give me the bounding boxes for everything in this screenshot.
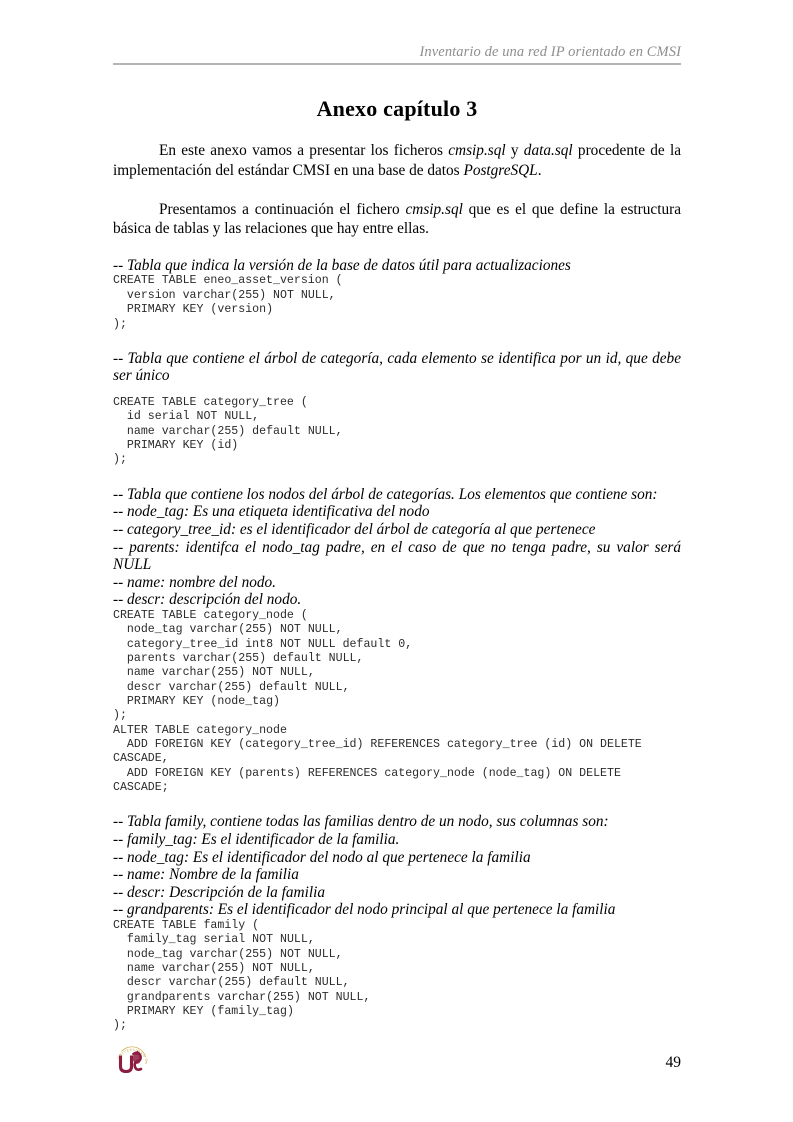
p1-emphasis-1: cmsip.sql: [448, 142, 506, 159]
document-page: Inventario de una red IP orientado en CM…: [0, 0, 793, 1122]
p1-emphasis-3: PostgreSQL: [463, 161, 538, 179]
running-header: Inventario de una red IP orientado en CM…: [113, 44, 681, 61]
sql-comment-category-tree: -- Tabla que contiene el árbol de catego…: [113, 349, 681, 385]
running-header-text: Inventario de una red IP orientado en CM…: [419, 44, 681, 60]
sql-comment-family: -- Tabla family, contiene todas las fami…: [113, 813, 616, 919]
sql-code-family: CREATE TABLE family ( family_tag serial …: [113, 918, 371, 1033]
universidad-de-sevilla-logo: UNIVERSIDAD DE SEVILLA: [111, 1037, 151, 1078]
p1-text-1: En este anexo vamos a presentar los fich…: [159, 142, 449, 159]
page-title: Anexo capítulo 3: [316, 96, 478, 121]
sql-code-category-node-alter: ALTER TABLE category_node ADD FOREIGN KE…: [113, 723, 642, 795]
p2-emphasis-1: cmsip.sql: [405, 200, 463, 218]
page-number: 49: [665, 1054, 682, 1071]
sql-comment-eneo-asset-version: -- Tabla que indica la versión de la bas…: [113, 256, 571, 274]
sql-comment-category-node-tail: -- name: nombre del nodo. -- descr: desc…: [113, 573, 302, 609]
p1-text-4: .: [537, 161, 542, 179]
sql-code-category-tree: CREATE TABLE category_tree ( id serial N…: [113, 396, 343, 467]
sql-code-eneo-asset-version: CREATE TABLE eneo_asset_version ( versio…: [113, 274, 343, 331]
header-rule: [113, 63, 681, 65]
logo-icon: UNIVERSIDAD DE SEVILLA: [111, 1037, 148, 1076]
logo-letter-u: [118, 1055, 134, 1074]
intro-paragraph-1: En este anexo vamos a presentar los fich…: [113, 141, 681, 180]
sql-comment-category-node-head: -- Tabla que contiene los nodos del árbo…: [113, 485, 658, 538]
p1-text-2: y: [505, 142, 524, 159]
sql-comment-category-node-parents: -- parents: identifca el nodo_tag padre,…: [113, 538, 681, 574]
p1-emphasis-2: data.sql: [523, 142, 573, 159]
intro-paragraph-2: Presentamos a continuación el fichero cm…: [113, 200, 681, 239]
sql-code-category-node: CREATE TABLE category_node ( node_tag va…: [113, 608, 413, 723]
document-body: En este anexo vamos a presentar los fich…: [113, 141, 681, 1034]
p2-text-1: Presentamos a continuación el fichero: [159, 200, 406, 218]
